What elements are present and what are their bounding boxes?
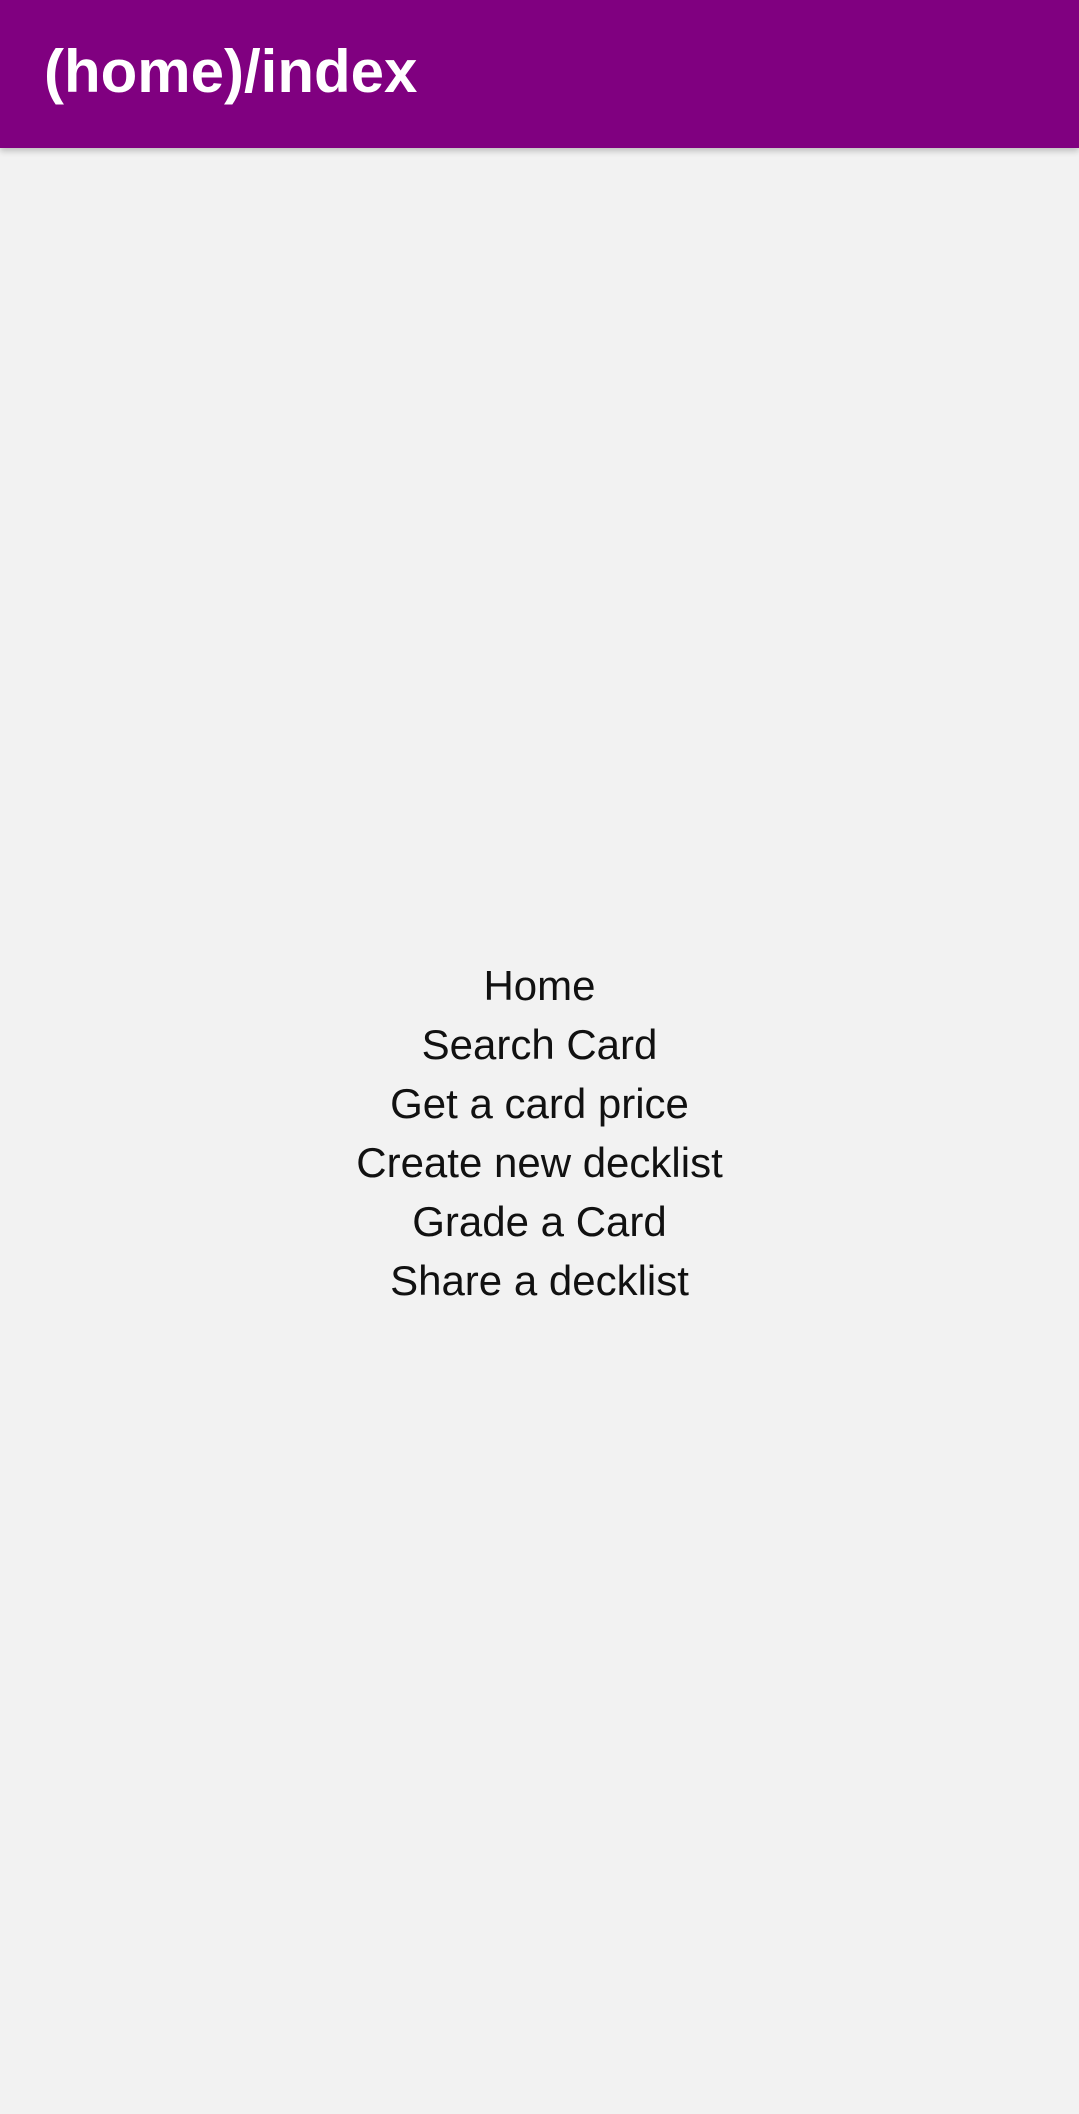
nav-link-list: Home Search Card Get a card price Create…	[0, 956, 1079, 1310]
nav-link-create-decklist[interactable]: Create new decklist	[0, 1133, 1079, 1192]
app-bar: (home)/index	[0, 0, 1079, 148]
nav-link-home[interactable]: Home	[0, 956, 1079, 1015]
nav-link-get-card-price[interactable]: Get a card price	[0, 1074, 1079, 1133]
main-content: Home Search Card Get a card price Create…	[0, 148, 1079, 2114]
page-title: (home)/index	[44, 38, 418, 105]
nav-link-grade-card[interactable]: Grade a Card	[0, 1192, 1079, 1251]
nav-link-share-decklist[interactable]: Share a decklist	[0, 1251, 1079, 1310]
nav-link-search-card[interactable]: Search Card	[0, 1015, 1079, 1074]
